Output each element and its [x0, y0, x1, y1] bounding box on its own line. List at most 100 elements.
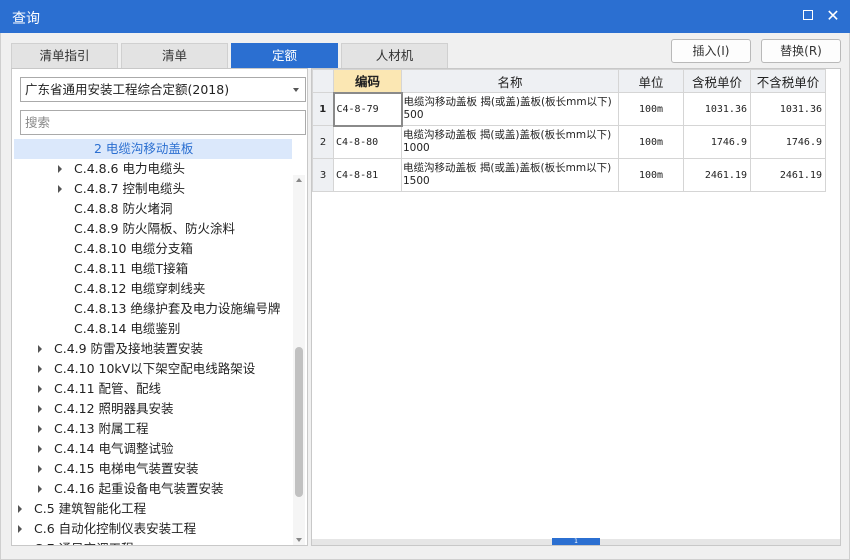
tree-item[interactable]: C.4.9 防雷及接地装置安装 [14, 339, 292, 359]
scroll-up-icon[interactable] [296, 178, 302, 182]
row-number: 2 [312, 125, 334, 159]
tab-bill[interactable]: 清单 [121, 43, 228, 68]
expand-arrow-icon[interactable] [38, 345, 42, 353]
row-number: 3 [312, 158, 334, 192]
tree-item-label: C.4.8.6 电力电缆头 [74, 161, 185, 176]
tree-item-label: C.4.8.13 绝缘护套及电力设施编号牌 [74, 301, 281, 316]
expand-arrow-icon[interactable] [18, 505, 22, 513]
quota-code-cell[interactable]: C4-8-81 [333, 158, 402, 192]
tree-item-label: C.4.12 照明器具安装 [54, 401, 174, 416]
expand-arrow-icon[interactable] [58, 185, 62, 193]
column-header-unit[interactable]: 单位 [618, 69, 684, 93]
tree-item[interactable]: 2 电缆沟移动盖板 [14, 139, 292, 159]
tree-item-label: C.4.8.11 电缆T接箱 [74, 261, 189, 276]
expand-arrow-icon[interactable] [38, 405, 42, 413]
price-notax-cell[interactable]: 1746.9 [750, 125, 826, 159]
scroll-down-icon[interactable] [296, 538, 302, 542]
table-horizontal-scrollbar[interactable]: 1 [312, 538, 840, 545]
tree-item[interactable]: C.4.13 附属工程 [14, 419, 292, 439]
window-title: 查询 [12, 11, 40, 27]
search-input[interactable] [20, 110, 306, 135]
tree-item[interactable]: C.4.8.9 防火隔板、防火涂料 [14, 219, 292, 239]
category-tree: 2 电缆沟移动盖板 C.4.8.6 电力电缆头 C.4.8.7 控制电缆头 C.4.8… [14, 139, 292, 545]
tree-item[interactable]: C.4.12 照明器具安装 [14, 399, 292, 419]
tree-item[interactable]: C.4.8.11 电缆T接箱 [14, 259, 292, 279]
table-row[interactable]: 2 C4-8-80 电缆沟移动盖板 揭(或盖)盖板(板长mm以下) 1000 1… [312, 125, 826, 159]
tree-item[interactable]: C.4.8.6 电力电缆头 [14, 159, 292, 179]
tree-item-label: C.4.11 配管、配线 [54, 381, 162, 396]
tree-item[interactable]: C.4.8.7 控制电缆头 [14, 179, 292, 199]
table-header-row: 编码 名称 单位 含税单价 不含税单价 [312, 69, 826, 93]
tree-item[interactable]: C.4.15 电梯电气装置安装 [14, 459, 292, 479]
table-row[interactable]: 1 C4-8-79 电缆沟移动盖板 揭(或盖)盖板(板长mm以下) 500 10… [312, 91, 826, 127]
replace-button[interactable]: 替换(R) [761, 39, 841, 63]
maximize-button[interactable] [797, 5, 819, 27]
tree-item[interactable]: C.4.14 电气调整试验 [14, 439, 292, 459]
expand-arrow-icon[interactable] [38, 465, 42, 473]
quota-code-cell[interactable]: C4-8-80 [333, 125, 402, 159]
tree-item[interactable]: C.7 通风空调工程 [14, 539, 292, 545]
expand-arrow-icon[interactable] [38, 445, 42, 453]
tree-item[interactable]: C.4.8.8 防火堵洞 [14, 199, 292, 219]
tree-item[interactable]: C.5 建筑智能化工程 [14, 499, 292, 519]
title-bar: 查询 ✕ [0, 0, 850, 33]
row-number: 1 [312, 92, 334, 126]
tree-item[interactable]: C.4.10 10kV以下架空配电线路架设 [14, 359, 292, 379]
tree-item-label: C.7 通风空调工程 [34, 539, 134, 545]
insert-button[interactable]: 插入(I) [671, 39, 751, 63]
close-icon: ✕ [826, 6, 840, 25]
expand-arrow-icon[interactable] [58, 165, 62, 173]
price-notax-cell[interactable]: 1031.36 [750, 92, 826, 126]
tree-item-label: C.4.13 附属工程 [54, 421, 149, 436]
tab-bill-guide[interactable]: 清单指引 [11, 43, 118, 68]
quota-name-cell[interactable]: 电缆沟移动盖板 揭(或盖)盖板(板长mm以下) 1000 [401, 125, 619, 159]
tree-item-label: C.4.8.10 电缆分支箱 [74, 241, 193, 256]
tree-item-label: C.4.10 10kV以下架空配电线路架设 [54, 361, 256, 376]
quota-code-cell[interactable]: C4-8-79 [332, 91, 403, 127]
expand-arrow-icon[interactable] [38, 425, 42, 433]
close-button[interactable]: ✕ [822, 5, 844, 27]
tree-item-label: C.5 建筑智能化工程 [34, 501, 147, 516]
tree-item-label: 2 电缆沟移动盖板 [94, 141, 194, 156]
expand-arrow-icon[interactable] [18, 525, 22, 533]
tab-labor-material-machine[interactable]: 人材机 [341, 43, 448, 68]
tree-item[interactable]: C.4.8.13 绝缘护套及电力设施编号牌 [14, 299, 292, 319]
tree-item-label: C.4.8.8 防火堵洞 [74, 201, 173, 216]
quota-name-cell[interactable]: 电缆沟移动盖板 揭(或盖)盖板(板长mm以下) 1500 [401, 158, 619, 192]
tree-item[interactable]: C.4.8.14 电缆鉴别 [14, 319, 292, 339]
unit-cell[interactable]: 100m [618, 158, 684, 192]
tree-item-label: C.4.16 起重设备电气装置安装 [54, 481, 224, 496]
tree-item-label: C.4.8.12 电缆穿刺线夹 [74, 281, 206, 296]
price-notax-cell[interactable]: 2461.19 [750, 158, 826, 192]
tree-item[interactable]: C.4.8.10 电缆分支箱 [14, 239, 292, 259]
column-header-price-notax[interactable]: 不含税单价 [750, 69, 826, 93]
tree-item[interactable]: C.4.11 配管、配线 [14, 379, 292, 399]
expand-arrow-icon[interactable] [38, 365, 42, 373]
scroll-page-indicator[interactable]: 1 [552, 538, 600, 545]
column-header-name[interactable]: 名称 [401, 69, 619, 93]
tree-item[interactable]: C.4.16 起重设备电气装置安装 [14, 479, 292, 499]
unit-cell[interactable]: 100m [618, 92, 684, 126]
unit-cell[interactable]: 100m [618, 125, 684, 159]
column-header-price-tax[interactable]: 含税单价 [683, 69, 751, 93]
quota-library-select[interactable]: 广东省通用安装工程综合定额(2018) [20, 77, 306, 102]
tree-item[interactable]: C.6 自动化控制仪表安装工程 [14, 519, 292, 539]
tree-item-label: C.4.9 防雷及接地装置安装 [54, 341, 204, 356]
table-row[interactable]: 3 C4-8-81 电缆沟移动盖板 揭(或盖)盖板(板长mm以下) 1500 1… [312, 158, 826, 192]
chevron-down-icon [293, 88, 299, 92]
tree-item[interactable]: C.4.8.12 电缆穿刺线夹 [14, 279, 292, 299]
maximize-icon [803, 10, 813, 20]
scroll-thumb[interactable] [295, 347, 303, 497]
quota-name-cell[interactable]: 电缆沟移动盖板 揭(或盖)盖板(板长mm以下) 500 [401, 92, 619, 126]
price-tax-cell[interactable]: 1031.36 [683, 92, 751, 126]
expand-arrow-icon[interactable] [38, 385, 42, 393]
expand-arrow-icon[interactable] [38, 485, 42, 493]
tab-quota[interactable]: 定额 [231, 43, 338, 68]
tree-item-label: C.6 自动化控制仪表安装工程 [34, 521, 197, 536]
tree-scrollbar[interactable] [293, 175, 305, 545]
price-tax-cell[interactable]: 1746.9 [683, 125, 751, 159]
column-header-code[interactable]: 编码 [333, 69, 402, 93]
quota-table-panel: 编码 名称 单位 含税单价 不含税单价 1 C4-8-79 电缆沟移动盖板 揭(… [311, 68, 841, 546]
price-tax-cell[interactable]: 2461.19 [683, 158, 751, 192]
row-number-header [312, 69, 334, 93]
